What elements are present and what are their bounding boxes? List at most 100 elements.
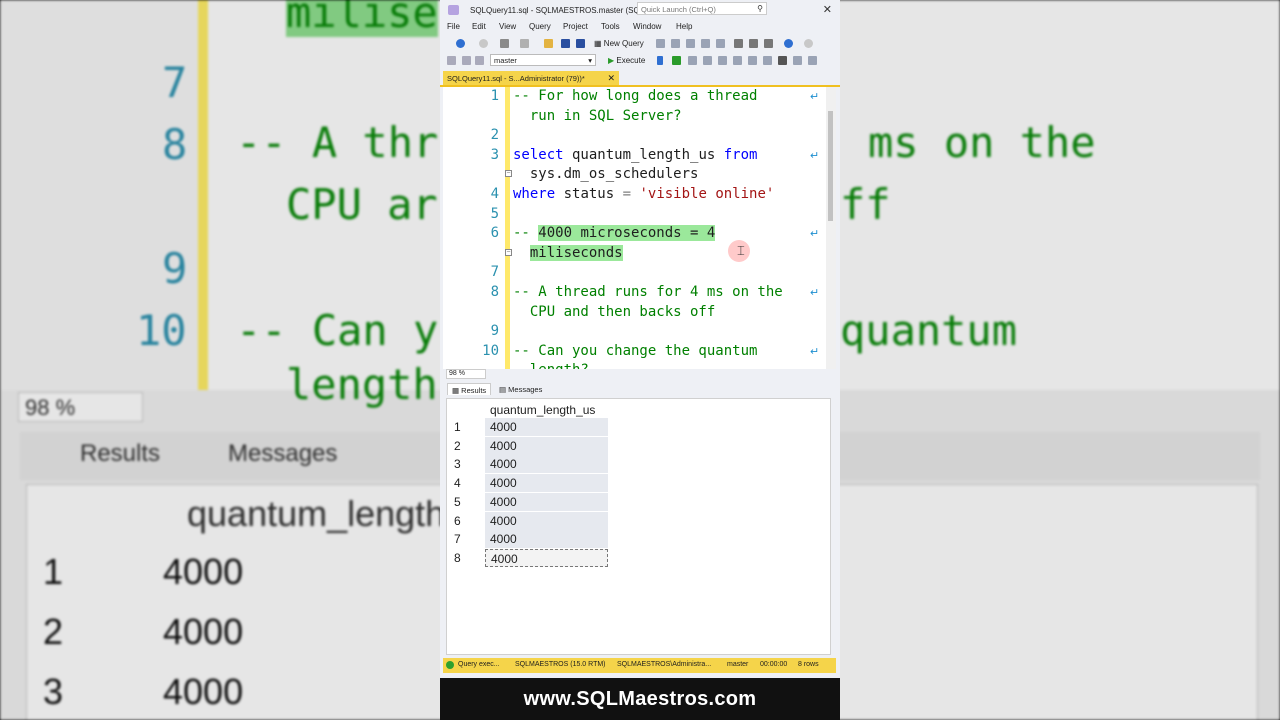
table-row[interactable]: 5 4000 — [447, 492, 617, 511]
query-icon-1[interactable] — [656, 39, 665, 48]
bg-fragment: ff — [840, 180, 891, 229]
status-server: SQLMAESTROS (15.0 RTM) — [515, 661, 606, 668]
code-token: CPU and then backs off — [513, 303, 716, 320]
ibeam-cursor-icon: ⌶ — [737, 243, 745, 258]
query-editor[interactable]: 1 -- For how long does a thread ↵ run in S… — [443, 87, 836, 369]
table-row[interactable]: 4 4000 — [447, 474, 617, 493]
intellisense-icon[interactable] — [718, 56, 727, 65]
results-tabs: ▦ Results ▤ Messages — [443, 381, 836, 397]
table-row[interactable]: 1 4000 — [447, 418, 617, 436]
ssms-logo-icon — [448, 5, 459, 15]
comment-icon[interactable] — [808, 56, 817, 65]
stop-icon[interactable] — [657, 56, 663, 65]
zoom-select[interactable]: 98 % — [446, 369, 486, 379]
new-query-button[interactable]: ▦ New Query — [594, 39, 644, 48]
table-row[interactable]: 6 4000 — [447, 511, 617, 530]
grid-cell[interactable]: 4000 — [485, 492, 608, 511]
database-select[interactable]: master ▾ — [490, 54, 596, 66]
query-icon-2[interactable] — [671, 39, 680, 48]
bg-line-number: 8 — [162, 120, 188, 169]
line-number: 9 — [490, 323, 499, 340]
tab-messages[interactable]: ▤ Messages — [495, 383, 546, 395]
grid-cell[interactable]: 4000 — [485, 548, 608, 567]
results-text-icon[interactable] — [763, 56, 772, 65]
row-number[interactable]: 3 — [454, 457, 461, 471]
menu-window[interactable]: Window — [633, 22, 661, 31]
row-number[interactable]: 8 — [454, 551, 461, 565]
grid-cell[interactable]: 4000 — [485, 436, 608, 455]
table-row[interactable]: 8 4000 — [447, 548, 617, 567]
change-connection-icon[interactable] — [475, 56, 484, 65]
bg-line-number: 7 — [162, 58, 188, 107]
connect-icon[interactable] — [462, 56, 471, 65]
query-icon-3[interactable] — [686, 39, 695, 48]
menu-file[interactable]: File — [447, 22, 460, 31]
client-stats-icon[interactable] — [748, 56, 757, 65]
object-explorer-icon[interactable] — [447, 56, 456, 65]
bg-fragment: ms on the — [868, 118, 1096, 167]
document-tab-label: SQLQuery11.sql - S...Administrator (79))… — [447, 74, 585, 83]
close-icon[interactable]: ✕ — [823, 3, 832, 16]
window-title: SQLQuery11.sql - SQLMAESTROS.master (SQ.… — [470, 6, 647, 15]
copy-icon[interactable] — [749, 39, 758, 48]
table-row[interactable]: 2 4000 — [447, 436, 617, 455]
fold-icon[interactable]: – — [505, 249, 512, 256]
menu-help[interactable]: Help — [676, 22, 692, 31]
grid-cell[interactable]: 4000 — [485, 530, 608, 549]
code-token: where — [513, 186, 556, 202]
quick-launch-input[interactable]: Quick Launch (Ctrl+Q) ⚲ — [637, 2, 767, 15]
fold-icon[interactable]: – — [505, 170, 512, 177]
save-icon[interactable] — [561, 39, 570, 48]
row-number[interactable]: 2 — [454, 439, 461, 453]
forward-icon[interactable] — [479, 39, 488, 48]
grid-cell[interactable]: 4000 — [485, 511, 608, 530]
redo-icon[interactable] — [804, 39, 813, 48]
row-number[interactable]: 4 — [454, 476, 461, 490]
query-icon-4[interactable] — [701, 39, 710, 48]
row-number[interactable]: 7 — [454, 532, 461, 546]
cut-icon[interactable] — [734, 39, 743, 48]
code-line: -- 4000 microseconds = 4 — [513, 225, 716, 242]
parse-icon[interactable] — [672, 56, 681, 65]
menu-edit[interactable]: Edit — [472, 22, 486, 31]
execute-label: Execute — [616, 56, 646, 65]
code-line: -- Can you change the quantum — [513, 343, 757, 359]
menu-query[interactable]: Query — [529, 22, 551, 31]
grid-cell[interactable]: 4000 — [485, 474, 608, 493]
query-icon-5[interactable] — [716, 39, 725, 48]
row-number[interactable]: 1 — [454, 420, 461, 434]
results-grid-icon[interactable] — [778, 56, 787, 65]
document-tab[interactable]: SQLQuery11.sql - S...Administrator (79))… — [443, 71, 619, 85]
new-item-icon[interactable] — [520, 39, 529, 48]
tab-results[interactable]: ▦ Results — [447, 383, 492, 395]
column-header[interactable]: quantum_length_us — [485, 401, 608, 417]
table-row[interactable]: 7 4000 — [447, 530, 617, 549]
editor-scrollbar[interactable] — [826, 87, 836, 369]
grid-cell[interactable]: 4000 — [485, 418, 608, 436]
scrollbar-thumb[interactable] — [828, 111, 833, 221]
code-token: -- — [513, 225, 539, 242]
display-plan-icon[interactable] — [688, 56, 697, 65]
close-icon[interactable]: ✕ — [607, 73, 615, 84]
grid-cell[interactable]: 4000 — [485, 455, 608, 474]
execute-button[interactable]: ▶ Execute — [608, 56, 645, 65]
code-token: length? — [513, 362, 589, 369]
menu-view[interactable]: View — [499, 22, 516, 31]
open-icon[interactable] — [544, 39, 553, 48]
menu-project[interactable]: Project — [563, 22, 588, 31]
results-file-icon[interactable] — [793, 56, 802, 65]
code-line: miliseconds — [513, 244, 623, 261]
include-plan-icon[interactable] — [733, 56, 742, 65]
paste-icon[interactable] — [764, 39, 773, 48]
row-number[interactable]: 6 — [454, 514, 461, 528]
change-indicator-bar — [505, 87, 510, 369]
back-icon[interactable] — [456, 39, 465, 48]
query-designer-icon[interactable] — [703, 56, 712, 65]
row-number[interactable]: 5 — [454, 495, 461, 509]
toolbox-icon[interactable] — [500, 39, 509, 48]
table-row[interactable]: 3 4000 — [447, 455, 617, 474]
menu-tools[interactable]: Tools — [601, 22, 620, 31]
save-all-icon[interactable] — [576, 39, 585, 48]
undo-icon[interactable] — [784, 39, 793, 48]
